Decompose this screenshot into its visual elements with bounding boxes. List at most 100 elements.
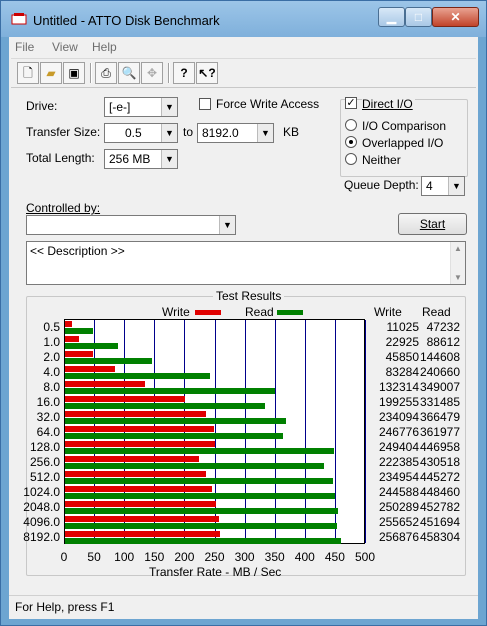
y-tick-label: 1.0 (43, 334, 60, 349)
read-value: 445272 (419, 469, 460, 484)
chevron-down-icon[interactable]: ▼ (161, 150, 177, 168)
y-tick-label: 16.0 (36, 394, 60, 409)
read-value: 361977 (419, 424, 460, 439)
x-tick-label: 100 (114, 550, 135, 564)
read-value: 47232 (426, 319, 460, 334)
y-tick-label: 1024.0 (23, 484, 60, 499)
read-value: 331485 (419, 394, 460, 409)
read-bar (65, 447, 335, 454)
help-button[interactable]: ? (173, 62, 195, 84)
read-bar (65, 432, 283, 439)
controlled-by-select[interactable]: ▼ (26, 215, 236, 235)
print-button[interactable]: ⎙ (95, 62, 117, 84)
force-write-checkbox[interactable] (199, 98, 211, 110)
total-length-select[interactable]: 256 MB ▼ (104, 149, 178, 169)
y-tick-label: 8.0 (43, 379, 60, 394)
transfer-from-select[interactable]: 0.5 ▼ (104, 123, 178, 143)
description-textarea[interactable]: << Description >> ▲ ▼ (26, 241, 466, 285)
total-length-value: 256 MB (109, 152, 151, 166)
write-bar (65, 366, 116, 372)
menu-file[interactable]: File (15, 40, 34, 54)
close-icon: ✕ (450, 10, 461, 24)
legend-read-swatch (277, 310, 303, 315)
menu-bar: File View Help (9, 37, 478, 57)
minimize-button[interactable]: ▁ (378, 7, 405, 27)
y-tick-label: 64.0 (36, 424, 60, 439)
write-bar (65, 336, 79, 342)
read-column-header: Read (422, 305, 451, 319)
legend-write-label: Write (162, 305, 190, 319)
read-value: 458304 (419, 529, 460, 544)
write-bar (65, 426, 214, 432)
chevron-down-icon[interactable]: ▼ (257, 124, 273, 142)
menu-view[interactable]: View (52, 40, 78, 54)
chevron-down-icon[interactable]: ▼ (448, 177, 464, 195)
open-button[interactable]: ▰ (40, 62, 62, 84)
x-tick-label: 50 (87, 550, 101, 564)
read-value: 452782 (419, 499, 460, 514)
queue-depth-select[interactable]: 4 ▼ (421, 176, 465, 196)
maximize-button[interactable]: □ (405, 7, 432, 27)
transfer-to-select[interactable]: 8192.0 ▼ (197, 123, 274, 143)
title-bar[interactable]: Untitled - ATTO Disk Benchmark ▁ □ ✕ (1, 1, 486, 37)
x-tick-label: 500 (354, 550, 376, 564)
context-help-button[interactable]: ↖? (196, 62, 218, 84)
start-button[interactable]: Start (398, 213, 467, 235)
y-tick-label: 0.5 (43, 319, 60, 334)
x-tick-label: 150 (144, 550, 165, 564)
read-value: 88612 (426, 334, 460, 349)
to-label: to (183, 125, 194, 139)
queue-depth-label: Queue Depth: (344, 178, 419, 192)
move-button[interactable]: ✥ (141, 62, 163, 84)
write-bar (65, 351, 93, 357)
io-comparison-radio[interactable] (345, 119, 357, 131)
read-value: 448460 (419, 484, 460, 499)
read-value: 366479 (419, 409, 460, 424)
move-icon: ✥ (146, 66, 158, 80)
status-bar: For Help, press F1 (9, 595, 478, 619)
new-button[interactable]: 🗋 (17, 62, 39, 84)
x-tick-label: 0 (60, 550, 68, 564)
chevron-down-icon[interactable]: ▼ (161, 124, 177, 142)
y-tick-label: 2048.0 (23, 499, 60, 514)
app-window: Untitled - ATTO Disk Benchmark ▁ □ ✕ Fil… (0, 0, 487, 626)
write-bar (65, 381, 145, 387)
y-tick-label: 4.0 (43, 364, 60, 379)
scroll-up-icon[interactable]: ▲ (454, 244, 462, 253)
read-bar (65, 477, 334, 484)
read-bar (65, 357, 153, 364)
help-icon: ? (180, 66, 188, 80)
direct-io-checkbox[interactable]: ✓ (345, 97, 357, 109)
drive-select[interactable]: [-e-] ▼ (104, 97, 178, 117)
read-value: 349007 (419, 379, 460, 394)
toolbar-separator (168, 63, 170, 83)
read-bar (65, 372, 210, 379)
read-bar (65, 417, 286, 424)
overlapped-io-radio[interactable] (345, 136, 357, 148)
neither-radio[interactable] (345, 153, 357, 165)
transfer-from-value: 0.5 (125, 126, 142, 140)
print-preview-button[interactable]: 🔍 (118, 62, 140, 84)
maximize-icon: □ (414, 10, 423, 24)
save-button[interactable]: ▣ (63, 62, 85, 84)
description-scrollbar[interactable]: ▲ ▼ (450, 242, 465, 284)
read-bar (65, 537, 341, 544)
close-button[interactable]: ✕ (432, 7, 479, 27)
chevron-down-icon[interactable]: ▼ (161, 98, 177, 116)
read-bar (65, 492, 335, 499)
scroll-down-icon[interactable]: ▼ (454, 273, 462, 282)
read-value: 240660 (419, 364, 460, 379)
chevron-down-icon[interactable]: ▼ (219, 216, 235, 234)
status-text: For Help, press F1 (15, 600, 115, 614)
y-tick-label: 4096.0 (23, 514, 60, 529)
read-bar (65, 507, 338, 514)
total-length-label: Total Length: (26, 151, 95, 165)
read-bar (65, 402, 265, 409)
drive-label: Drive: (26, 99, 58, 113)
y-tick-label: 8192.0 (23, 529, 60, 544)
menu-help[interactable]: Help (92, 40, 117, 54)
read-bar (65, 342, 119, 349)
minimize-icon: ▁ (386, 10, 397, 24)
x-axis-label: Transfer Rate - MB / Sec (149, 565, 282, 579)
write-bar (65, 531, 220, 537)
